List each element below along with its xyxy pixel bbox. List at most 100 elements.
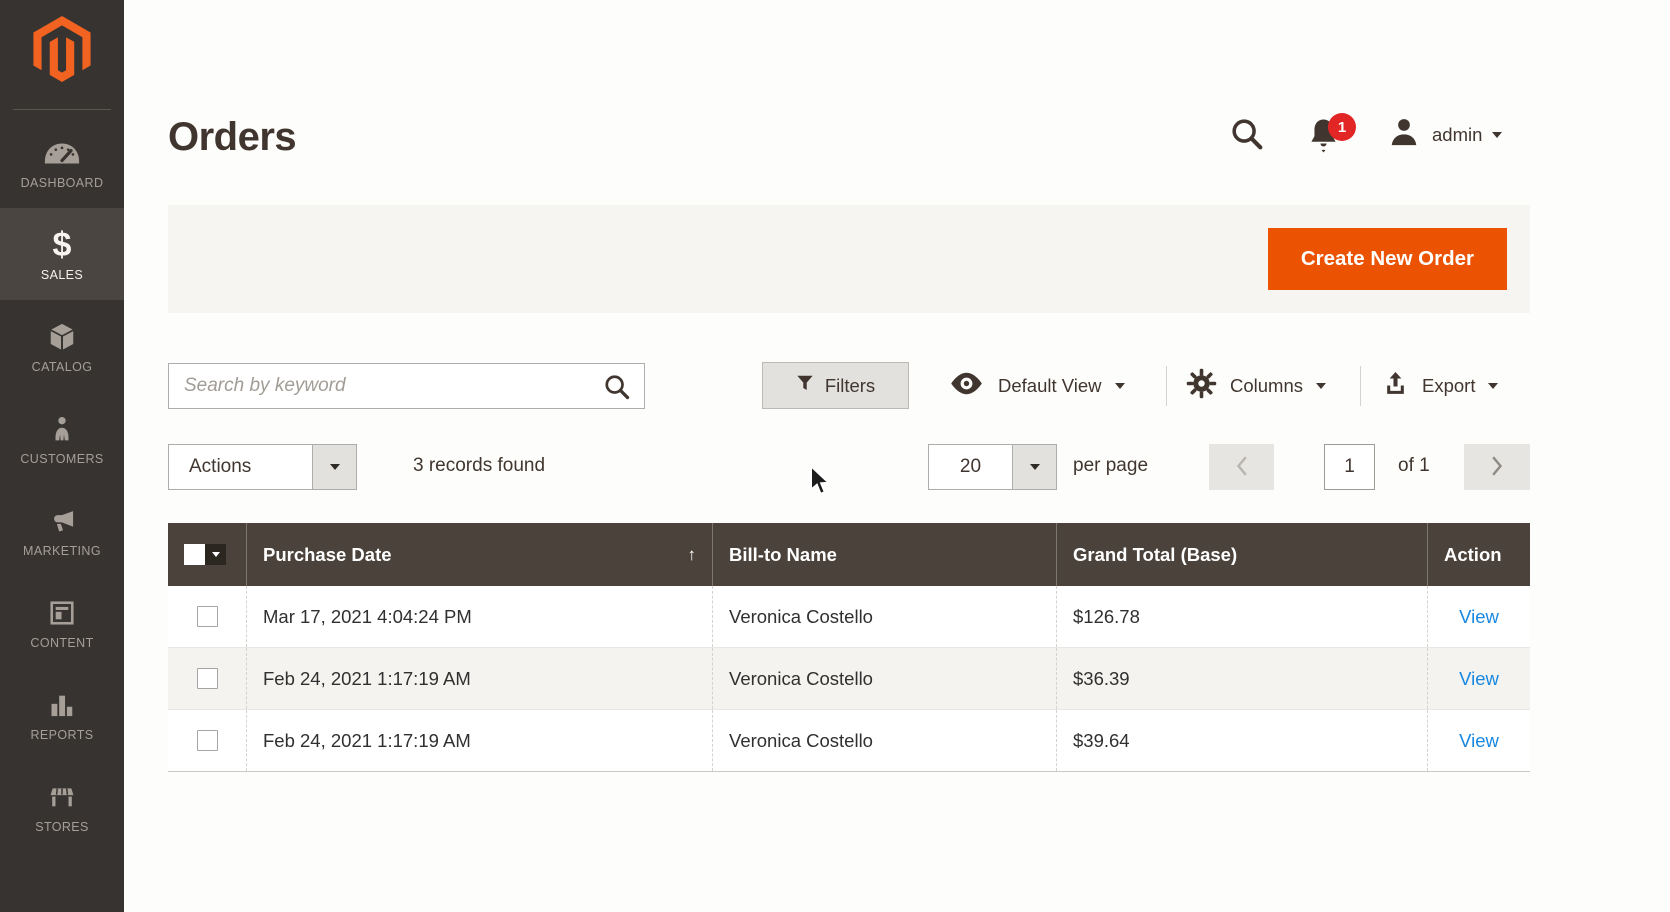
per-page-label: per page [1073, 455, 1148, 477]
purchase-date-cell: Feb 24, 2021 1:17:19 AM [246, 710, 712, 771]
username-label: admin [1432, 124, 1482, 146]
page-actions-band: Create New Order [168, 205, 1530, 313]
filters-button[interactable]: Filters [762, 362, 909, 409]
filters-label: Filters [825, 375, 875, 397]
grand-total-cell: $36.39 [1056, 648, 1427, 709]
row-select-cell [168, 648, 246, 709]
select-all-widget [184, 544, 226, 565]
dashboard-gauge-icon [43, 135, 81, 171]
action-cell: View [1427, 710, 1530, 771]
sidebar-item-catalog[interactable]: CATALOG [0, 300, 124, 392]
select-all-checkbox[interactable] [184, 544, 205, 565]
create-new-order-button[interactable]: Create New Order [1268, 228, 1507, 290]
sidebar-item-customers[interactable]: CUSTOMERS [0, 392, 124, 484]
sidebar-item-label: CUSTOMERS [20, 452, 103, 466]
column-header-label: Purchase Date [263, 544, 392, 566]
table-row: Mar 17, 2021 4:04:24 PM Veronica Costell… [168, 586, 1530, 648]
chevron-down-icon [212, 552, 220, 557]
sidebar-item-reports[interactable]: REPORTS [0, 668, 124, 760]
admin-user-menu[interactable]: admin [1388, 115, 1502, 154]
action-cell: View [1427, 648, 1530, 709]
grand-total-cell: $39.64 [1056, 710, 1427, 771]
row-checkbox[interactable] [197, 606, 218, 627]
sidebar-item-sales[interactable]: $ SALES [0, 208, 124, 300]
user-icon [1388, 115, 1420, 154]
sidebar-item-label: SALES [41, 268, 83, 282]
export-label: Export [1422, 375, 1475, 397]
sidebar-nav: DASHBOARD $ SALES CATALOG CUSTOMERS [0, 116, 124, 852]
layout-icon [48, 595, 76, 631]
magento-admin-orders-page: DASHBOARD $ SALES CATALOG CUSTOMERS [0, 0, 1670, 912]
notification-count-badge[interactable]: 1 [1328, 113, 1356, 141]
records-found-label: 3 records found [413, 455, 545, 477]
view-link[interactable]: View [1459, 668, 1499, 690]
select-all-cell [168, 523, 246, 586]
bill-to-name-cell: Veronica Costello [712, 710, 1056, 771]
search-input[interactable] [169, 364, 644, 408]
sidebar-item-content[interactable]: CONTENT [0, 576, 124, 668]
search-icon[interactable] [603, 373, 631, 406]
bar-chart-icon [48, 687, 76, 723]
sidebar-item-label: DASHBOARD [21, 176, 104, 190]
export-dropdown[interactable]: Export [1382, 362, 1498, 409]
dropdown-caret-button[interactable] [1012, 445, 1056, 489]
mouse-cursor [806, 465, 834, 502]
view-link[interactable]: View [1459, 606, 1499, 628]
table-row: Feb 24, 2021 1:17:19 AM Veronica Costell… [168, 648, 1530, 710]
sidebar-item-label: MARKETING [23, 544, 101, 558]
dropdown-caret-button[interactable] [312, 445, 356, 489]
bill-to-name-cell: Veronica Costello [712, 648, 1056, 709]
chevron-down-icon [1492, 132, 1502, 138]
current-page-input[interactable] [1324, 444, 1375, 490]
sidebar-item-label: STORES [35, 820, 89, 834]
sidebar-item-label: CONTENT [30, 636, 93, 650]
global-search-button[interactable] [1230, 117, 1264, 156]
storefront-icon [47, 779, 77, 815]
columns-label: Columns [1230, 375, 1303, 397]
sort-ascending-icon: ↑ [688, 545, 697, 565]
columns-dropdown[interactable]: Columns [1186, 362, 1326, 409]
page-title: Orders [168, 115, 296, 160]
grand-total-cell: $126.78 [1056, 586, 1427, 647]
chevron-left-icon [1235, 455, 1249, 480]
sidebar-item-stores[interactable]: STORES [0, 760, 124, 852]
default-view-dropdown[interactable]: Default View [948, 362, 1125, 409]
row-select-cell [168, 710, 246, 771]
sidebar-item-marketing[interactable]: MARKETING [0, 484, 124, 576]
chevron-down-icon [1030, 464, 1040, 470]
gear-icon [1186, 368, 1217, 404]
column-header-grand-total[interactable]: Grand Total (Base) [1056, 523, 1427, 586]
view-link[interactable]: View [1459, 730, 1499, 752]
select-all-dropdown[interactable] [205, 544, 226, 565]
previous-page-button[interactable] [1209, 444, 1274, 490]
box-icon [47, 319, 77, 355]
next-page-button[interactable] [1464, 444, 1530, 490]
row-checkbox[interactable] [197, 668, 218, 689]
toolbar-divider [1360, 366, 1361, 406]
column-header-bill-to-name[interactable]: Bill-to Name [712, 523, 1056, 586]
search-icon [1230, 138, 1264, 155]
chevron-down-icon [1115, 383, 1125, 389]
column-header-purchase-date[interactable]: Purchase Date ↑ [246, 523, 712, 586]
chevron-down-icon [1488, 383, 1498, 389]
megaphone-icon [47, 503, 77, 539]
column-header-label: Bill-to Name [729, 544, 837, 566]
actions-label: Actions [169, 445, 312, 489]
row-checkbox[interactable] [197, 730, 218, 751]
sidebar-item-dashboard[interactable]: DASHBOARD [0, 116, 124, 208]
page-size-dropdown[interactable]: 20 [928, 444, 1057, 490]
purchase-date-cell: Feb 24, 2021 1:17:19 AM [246, 648, 712, 709]
total-pages-label: of 1 [1398, 455, 1430, 477]
row-select-cell [168, 586, 246, 647]
magento-logo-icon[interactable] [0, 16, 124, 82]
bell-icon [1306, 143, 1341, 160]
chevron-right-icon [1490, 455, 1504, 480]
orders-grid: Purchase Date ↑ Bill-to Name Grand Total… [168, 523, 1530, 772]
actions-dropdown[interactable]: Actions [168, 444, 357, 490]
default-view-label: Default View [998, 375, 1102, 397]
column-header-action[interactable]: Action [1427, 523, 1530, 586]
action-cell: View [1427, 586, 1530, 647]
bill-to-name-cell: Veronica Costello [712, 586, 1056, 647]
export-upload-icon [1382, 370, 1409, 402]
grid-header-row: Purchase Date ↑ Bill-to Name Grand Total… [168, 523, 1530, 586]
